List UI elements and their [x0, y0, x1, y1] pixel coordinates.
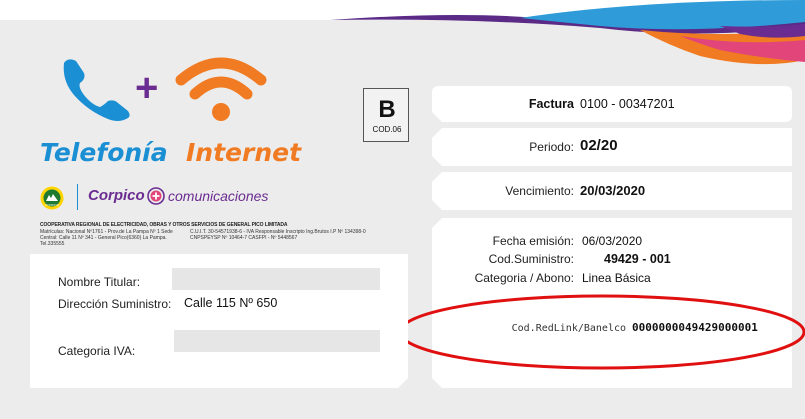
fecha-emision-value: 06/03/2020: [582, 234, 643, 248]
brand-internet: Internet: [186, 138, 302, 167]
cod-suministro-label: Cod.Suministro:: [488, 252, 574, 266]
phone-icon: [63, 59, 130, 121]
categoria-abono-label: Categoria / Abono:: [474, 271, 574, 285]
cooperative-name: COOPERATIVA REGIONAL DE ELECTRICIDAD, OB…: [40, 222, 288, 228]
direccion-suministro-label: Dirección Suministro:: [58, 297, 172, 311]
nombre-titular-label: Nombre Titular:: [58, 275, 141, 289]
nombre-titular-field: [172, 268, 380, 290]
categoria-iva-label: Categoria IVA:: [58, 344, 136, 358]
cod-suministro-value: 49429 - 001: [604, 252, 671, 266]
brand-corpico: Corpico: [88, 187, 145, 204]
brand-telefonia: Telefonía: [40, 138, 168, 167]
periodo-label: Periodo:: [529, 140, 574, 154]
direccion-suministro-value: Calle 115 Nº 650: [184, 296, 278, 310]
periodo-value: 02/20: [580, 137, 618, 154]
registration-info: Matrículas: Nacional Nº1761 - Prov.de La…: [40, 229, 173, 247]
factura-number: 0100 - 00347201: [580, 97, 675, 111]
vencimiento-label: Vencimiento:: [505, 184, 574, 198]
invoice-type-box: B COD.06: [363, 88, 409, 142]
invoice-code: COD.06: [372, 125, 402, 134]
plus-circle-icon: [147, 187, 165, 205]
corpico-logo: CORPICO: [40, 186, 64, 210]
categoria-abono-value: Linea Básica: [582, 271, 651, 285]
categoria-iva-field: [174, 330, 380, 352]
plus-sign: +: [135, 66, 159, 110]
invoice-sheet: + Telefonía Internet CORPICO Corpico com…: [0, 0, 805, 419]
invoice-letter: B: [378, 96, 396, 123]
factura-label: Factura: [528, 97, 574, 111]
fecha-emision-label: Fecha emisión:: [492, 234, 574, 248]
highlight-ellipse: [398, 294, 805, 370]
tax-info: C.U.I.T. 30-54571938-6 - IVA Responsable…: [190, 229, 366, 241]
brand-comunicaciones: comunicaciones: [168, 188, 269, 204]
brand-divider: [77, 184, 78, 210]
corpico-badge-text: CORPICO: [45, 203, 60, 207]
wifi-icon: [175, 57, 267, 121]
vencimiento-value: 20/03/2020: [580, 183, 646, 198]
